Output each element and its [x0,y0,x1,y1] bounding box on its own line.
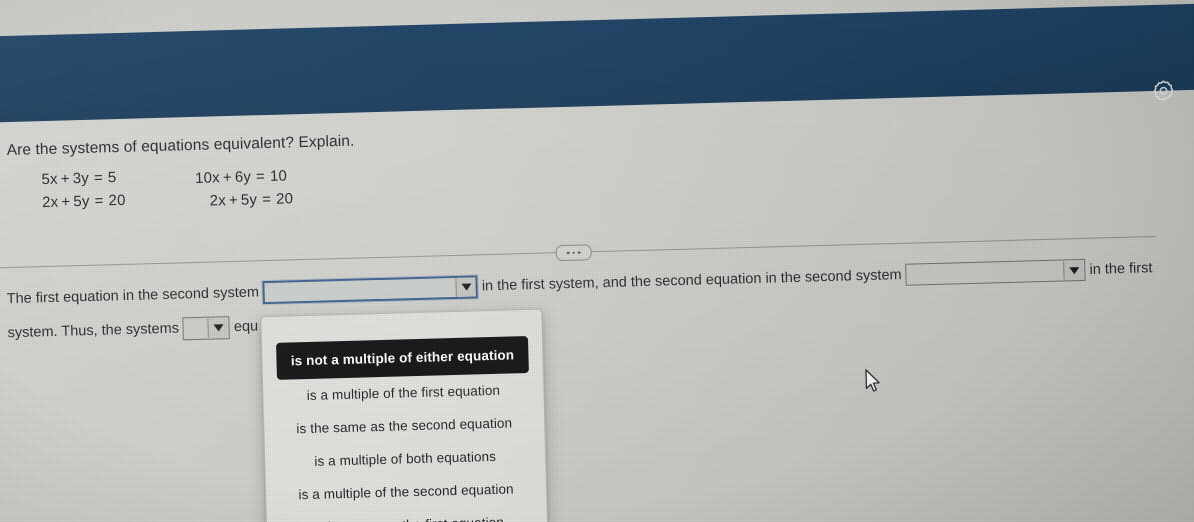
equation-row: 5x +3y = 5 [41,169,125,188]
equation-row: 2x +5y = 20 [195,190,293,210]
dot [566,251,570,255]
operator: + [228,191,239,210]
equation-systems: 5x +3y = 5 2x +5y = 20 10x +6y = 10 2x +5y = 20 [41,164,293,214]
equals-sign: = [94,192,104,210]
term: 3y [72,169,90,188]
chevron-down-icon[interactable] [455,277,477,297]
more-options-ellipsis[interactable] [555,244,592,262]
term: 6y [234,168,252,186]
dropdown-option-list[interactable]: is not a multiple of either equation is … [260,308,550,522]
rhs-value: 20 [108,191,126,210]
term: 10x [194,169,221,187]
term: 2x [41,193,59,212]
page-surface: Are the systems of equations equivalent?… [0,2,1194,522]
operator: + [222,168,233,187]
gear-icon[interactable] [1151,78,1176,103]
equation-row: 2x +5y = 20 [42,192,126,211]
answer-dropdown-1[interactable] [262,275,479,304]
chevron-down-icon[interactable] [207,317,229,338]
tilted-page-container: Are the systems of equations equivalent?… [0,0,1194,522]
answer-text-4: system. Thus, the systems [7,320,180,342]
question-prompt: Are the systems of equations equivalent?… [6,132,355,160]
term: 2x [209,192,227,210]
equals-sign: = [93,169,104,187]
screen-photo: Are the systems of equations equivalent?… [0,0,1194,522]
mouse-cursor [865,369,880,392]
rhs-value: 20 [275,190,294,208]
equation-row: 10x +6y = 10 [194,167,293,187]
operator: + [61,193,71,211]
term: 5x [41,170,58,189]
app-header-bar [0,2,1194,124]
answer-dropdown-2[interactable] [182,315,231,341]
answer-dropdown-3[interactable] [905,259,1086,286]
equals-sign: = [255,168,266,186]
first-system-equations: 5x +3y = 5 2x +5y = 20 [41,169,126,214]
equals-sign: = [261,190,272,209]
answer-text-3: in the first [1089,260,1153,278]
dot [577,251,581,254]
answer-text-2: in the first system, and the second equa… [481,267,902,295]
chevron-down-icon[interactable] [1063,261,1084,280]
answer-text-1: The first equation in the second system [6,284,260,308]
operator: + [60,170,70,188]
dot [572,251,575,255]
answer-text-5: equ [233,318,259,336]
term: 5y [73,192,90,211]
rhs-value: 5 [107,169,117,187]
rhs-value: 10 [269,167,288,185]
term: 5y [240,191,258,209]
second-system-equations: 10x +6y = 10 2x +5y = 20 [191,164,294,210]
